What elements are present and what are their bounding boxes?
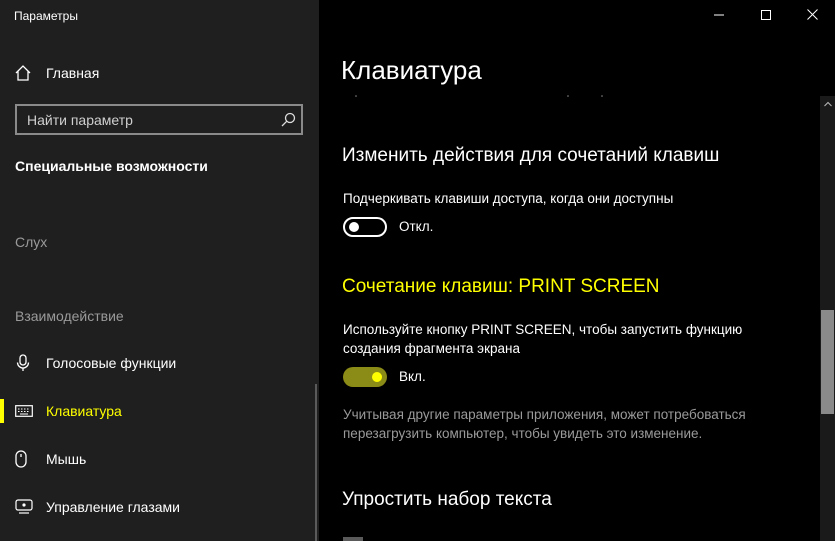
sidebar-item-keyboard[interactable]: Клавиатура [0, 391, 315, 431]
main-scrollbar[interactable] [820, 96, 835, 541]
section-heading-simplify-typing: Упростить набор текста [342, 489, 552, 510]
restart-note: Учитывая другие параметры приложения, мо… [343, 405, 746, 443]
clipped-checkbox[interactable] [343, 537, 363, 541]
home-label: Главная [46, 65, 100, 81]
sidebar: Параметры Главная Специальные возможност… [0, 0, 319, 541]
sidebar-item-speech[interactable]: Голосовые функции [0, 343, 315, 383]
mouse-icon [0, 450, 46, 468]
note-line: Учитывая другие параметры приложения, мо… [343, 407, 746, 422]
section-heading-print-screen: Сочетание клавиш: PRINT SCREEN [342, 276, 660, 297]
maximize-button[interactable] [743, 0, 789, 32]
maximize-icon [761, 7, 771, 25]
clipped-content-dots [355, 95, 603, 97]
toggle-knob [349, 222, 359, 232]
sidebar-item-label: Управление глазами [46, 499, 180, 515]
close-icon [806, 7, 818, 25]
eye-control-icon [0, 499, 46, 515]
close-button[interactable] [789, 0, 835, 32]
minimize-icon [714, 7, 724, 25]
group-heading-hearing: Слух [15, 234, 48, 250]
microphone-icon [0, 354, 46, 372]
print-screen-description: Используйте кнопку PRINT SCREEN, чтобы з… [343, 320, 742, 358]
sidebar-item-label: Голосовые функции [46, 355, 177, 371]
search-box[interactable] [15, 104, 303, 135]
sidebar-item-label: Мышь [46, 451, 87, 467]
app-title: Параметры [14, 9, 78, 23]
section-title: Специальные возможности [15, 158, 208, 174]
search-input[interactable] [17, 106, 275, 133]
underline-access-keys-label: Подчеркивать клавиши доступа, когда они … [343, 191, 674, 206]
minimize-button[interactable] [696, 0, 742, 32]
main-content: Клавиатура Изменить действия для сочетан… [319, 0, 835, 541]
home-icon [14, 64, 32, 82]
search-icon[interactable] [275, 107, 301, 133]
scroll-up-icon[interactable] [820, 96, 835, 111]
toggle-state-label: Вкл. [399, 369, 426, 384]
sidebar-item-mouse[interactable]: Мышь [0, 439, 315, 479]
description-line: создания фрагмента экрана [343, 341, 520, 356]
home-nav-item[interactable]: Главная [14, 62, 99, 84]
sidebar-scrollbar[interactable] [315, 384, 317, 541]
sidebar-item-label: Клавиатура [46, 403, 122, 419]
note-line: перезагрузить компьютер, чтобы увидеть э… [343, 426, 703, 441]
page-title: Клавиатура [341, 55, 482, 85]
print-screen-toggle[interactable] [343, 367, 387, 387]
sidebar-item-eye-control[interactable]: Управление глазами [0, 487, 315, 527]
keyboard-icon [0, 405, 46, 417]
group-heading-interaction: Взаимодействие [15, 308, 124, 324]
toggle-knob [372, 372, 382, 382]
description-line: Используйте кнопку PRINT SCREEN, чтобы з… [343, 322, 743, 337]
toggle-state-label: Откл. [399, 219, 434, 234]
underline-access-keys-toggle[interactable] [343, 217, 387, 237]
section-heading-shortcuts: Изменить действия для сочетаний клавиш [342, 145, 720, 166]
scrollbar-thumb[interactable] [821, 310, 834, 414]
